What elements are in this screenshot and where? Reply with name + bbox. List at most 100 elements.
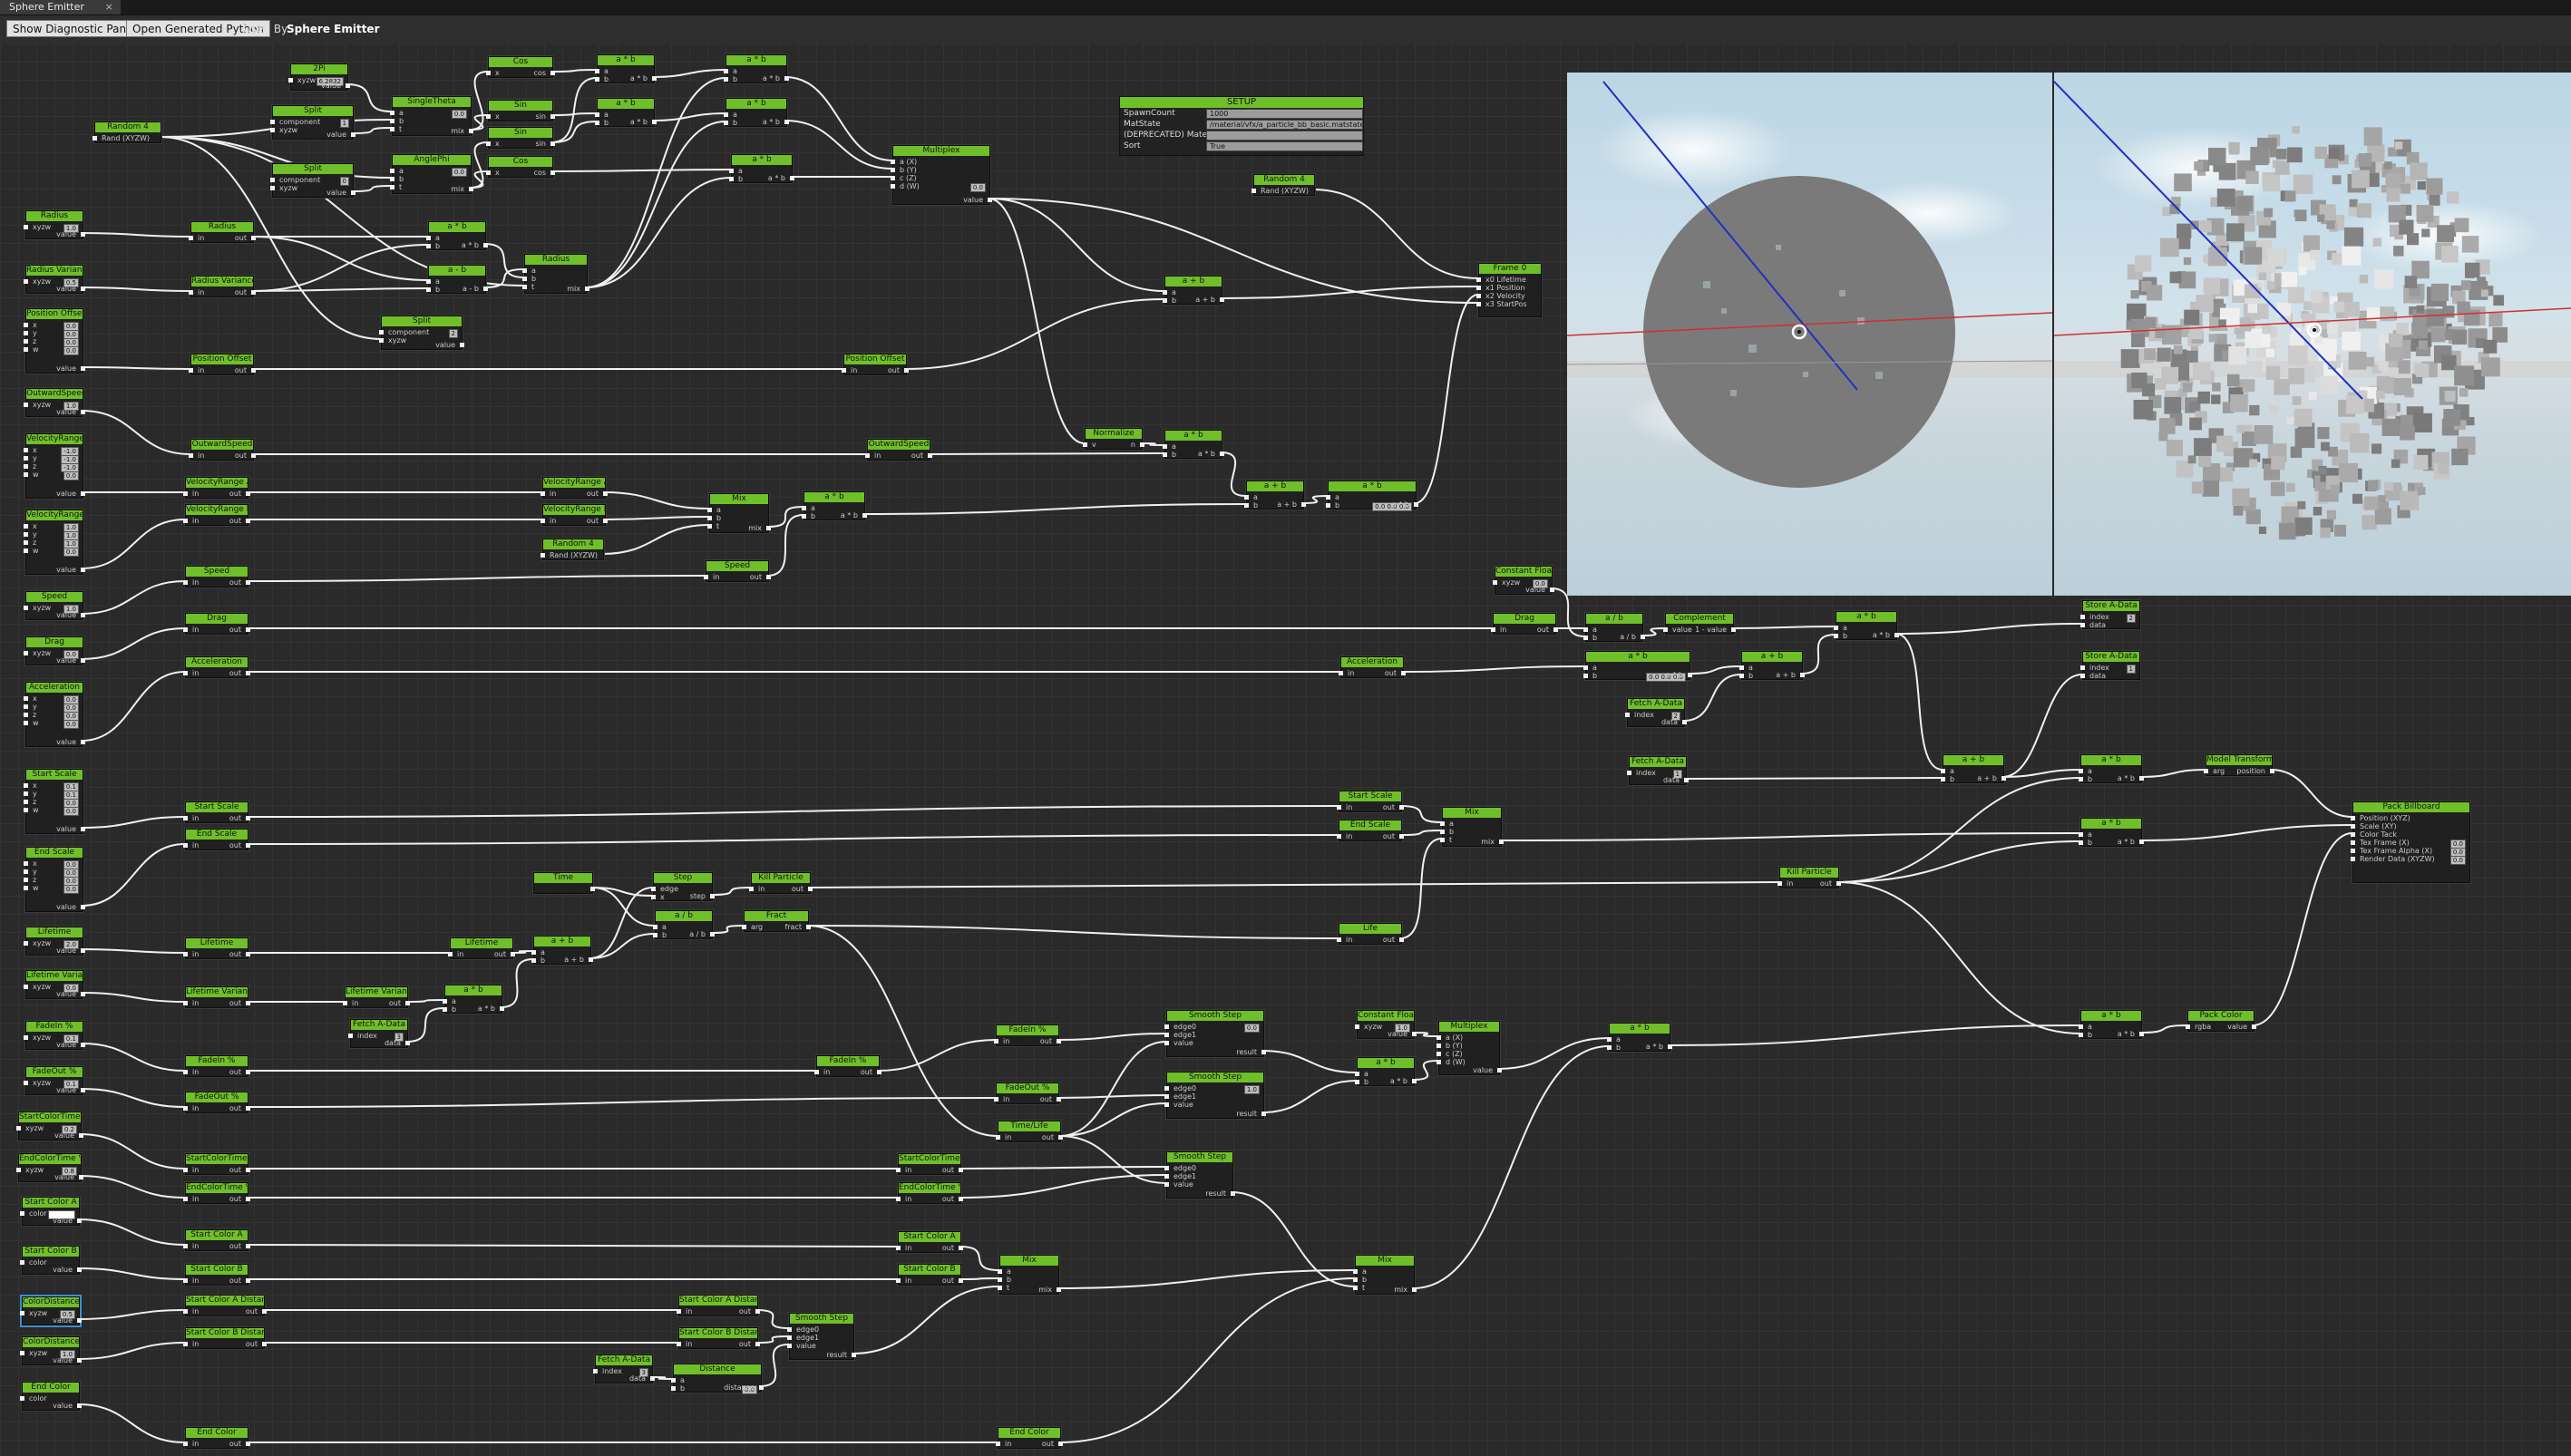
input-pin[interactable] xyxy=(1353,1286,1358,1290)
wire[interactable] xyxy=(755,1335,790,1344)
output-pin[interactable] xyxy=(1231,1191,1235,1196)
node-scb-out[interactable]: Start Color Bin out xyxy=(896,1264,963,1286)
node-mul8[interactable]: a * b a b 0.0 0.0 0.0 a * b xyxy=(1326,480,1418,511)
input-pin[interactable] xyxy=(189,453,193,458)
output-pin[interactable] xyxy=(1057,1097,1061,1102)
node-velB-out[interactable]: VelocityRange B in out xyxy=(540,504,608,526)
value-field[interactable]: 0.0 xyxy=(63,346,79,355)
input-pin[interactable] xyxy=(1493,580,1497,585)
value-field[interactable]: 0.0 xyxy=(969,183,986,192)
node-drag-mid[interactable]: Drag in out xyxy=(183,613,250,635)
node-multiply1[interactable]: Multiplex a (X) b (Y) c (Z) d (W) 0.0 value xyxy=(891,145,992,205)
input-pin[interactable] xyxy=(749,887,754,891)
input-pin[interactable] xyxy=(595,69,599,73)
node-mul4[interactable]: a * baba * b xyxy=(724,98,789,127)
wire[interactable] xyxy=(959,1166,1167,1170)
wire[interactable] xyxy=(601,524,710,555)
wire[interactable] xyxy=(1684,777,1943,780)
input-pin[interactable] xyxy=(724,69,728,73)
node-ect-mid[interactable]: EndColorTime % in out xyxy=(183,1182,250,1204)
output-pin[interactable] xyxy=(652,120,657,124)
output-pin[interactable] xyxy=(1401,671,1406,675)
wire[interactable] xyxy=(81,627,186,660)
input-pin[interactable] xyxy=(24,279,28,284)
wire[interactable] xyxy=(81,519,186,569)
output-pin[interactable] xyxy=(959,1197,963,1201)
input-pin[interactable] xyxy=(183,1309,188,1314)
matstate-field[interactable]: /material/vfx/a_particle_bb_basic.matsta… xyxy=(1206,120,1363,130)
output-pin[interactable] xyxy=(589,957,593,962)
input-pin[interactable] xyxy=(24,721,28,725)
input-pin[interactable] xyxy=(24,886,28,890)
output-pin[interactable] xyxy=(246,1441,250,1446)
input-pin[interactable] xyxy=(426,244,431,248)
value-field[interactable]: 2 xyxy=(448,329,458,338)
input-pin[interactable] xyxy=(593,1369,598,1373)
wire[interactable] xyxy=(251,236,429,281)
output-pin[interactable] xyxy=(2270,769,2274,773)
input-pin[interactable] xyxy=(288,78,293,83)
output-pin[interactable] xyxy=(1684,778,1689,782)
output-pin[interactable] xyxy=(928,453,932,458)
input-pin[interactable] xyxy=(426,279,431,284)
input-pin[interactable] xyxy=(1244,495,1249,500)
output-pin[interactable] xyxy=(1399,805,1404,810)
node-packbb[interactable]: Pack Billboard Position (XYZ) Scale (XY) Co… xyxy=(2351,801,2470,883)
output-pin[interactable] xyxy=(77,1218,82,1223)
node-outspd-out[interactable]: OutwardSpeed in out xyxy=(865,439,932,461)
node-sub1[interactable]: a - baba - b xyxy=(426,265,488,294)
wire[interactable] xyxy=(2270,769,2353,818)
node-ec-mid[interactable]: End Color in out xyxy=(183,1427,250,1449)
output-pin[interactable] xyxy=(246,843,250,848)
input-pin[interactable] xyxy=(677,1342,681,1346)
node-startsc-in[interactable]: Start Scale x 0.1 y 0.1 z 0.0 w 0.0 value xyxy=(24,769,85,834)
node-accel-in[interactable]: Acceleration x 0.0 y 0.0 z 0.0 w 0.0 value xyxy=(24,682,85,747)
output-pin[interactable] xyxy=(755,1342,760,1346)
input-pin[interactable] xyxy=(707,508,712,512)
input-pin[interactable] xyxy=(531,950,536,955)
wire[interactable] xyxy=(1057,1269,1356,1289)
wire[interactable] xyxy=(784,120,893,170)
input-pin[interactable] xyxy=(540,553,545,558)
node-speed-mid[interactable]: Speed in out xyxy=(183,566,250,587)
node-cos2[interactable]: Cos x cos xyxy=(486,156,555,178)
node-velB-mid[interactable]: VelocityRange B in out xyxy=(183,504,250,526)
node-sct-out[interactable]: StartColorTime % in out xyxy=(896,1153,963,1175)
node-killp2[interactable]: Kill Particle in out xyxy=(1777,867,1841,888)
input-pin[interactable] xyxy=(1164,1033,1169,1037)
node-step[interactable]: Step edge x step xyxy=(651,872,715,901)
wire[interactable] xyxy=(1894,633,1943,771)
wire[interactable] xyxy=(81,843,186,907)
wire[interactable] xyxy=(1057,1094,1167,1099)
output-pin[interactable] xyxy=(1057,1039,1061,1043)
output-pin[interactable] xyxy=(81,491,85,496)
input-pin[interactable] xyxy=(994,1097,998,1102)
wire[interactable] xyxy=(710,925,745,934)
output-pin[interactable] xyxy=(1894,633,1899,637)
input-pin[interactable] xyxy=(2080,674,2085,678)
node-ect-out[interactable]: EndColorTime % in out xyxy=(896,1182,963,1204)
wire[interactable] xyxy=(1412,1060,1439,1081)
wire[interactable] xyxy=(79,1175,186,1199)
input-pin[interactable] xyxy=(183,1278,188,1283)
input-pin[interactable] xyxy=(677,1309,681,1314)
wire[interactable] xyxy=(550,69,598,73)
input-pin[interactable] xyxy=(183,816,188,820)
output-pin[interactable] xyxy=(877,1070,881,1074)
input-pin[interactable] xyxy=(24,704,28,709)
output-pin[interactable] xyxy=(1682,720,1687,724)
output-pin[interactable] xyxy=(1412,1032,1417,1036)
node-mul13[interactable]: a * baba * b xyxy=(2079,818,2144,847)
wire[interactable] xyxy=(1894,623,2083,635)
input-pin[interactable] xyxy=(1476,277,1481,282)
wire[interactable] xyxy=(959,1277,1000,1280)
input-pin[interactable] xyxy=(2080,623,2085,627)
node-add5[interactable]: a + baba + b xyxy=(531,936,593,965)
output-pin[interactable] xyxy=(246,519,250,523)
wire[interactable] xyxy=(81,816,186,829)
wire[interactable] xyxy=(81,671,186,742)
input-pin[interactable] xyxy=(595,77,599,82)
node-ect-in[interactable]: EndColorTime % xyzw 0.8 value xyxy=(16,1153,83,1182)
output-pin[interactable] xyxy=(81,410,85,414)
output-pin[interactable] xyxy=(246,1001,250,1005)
